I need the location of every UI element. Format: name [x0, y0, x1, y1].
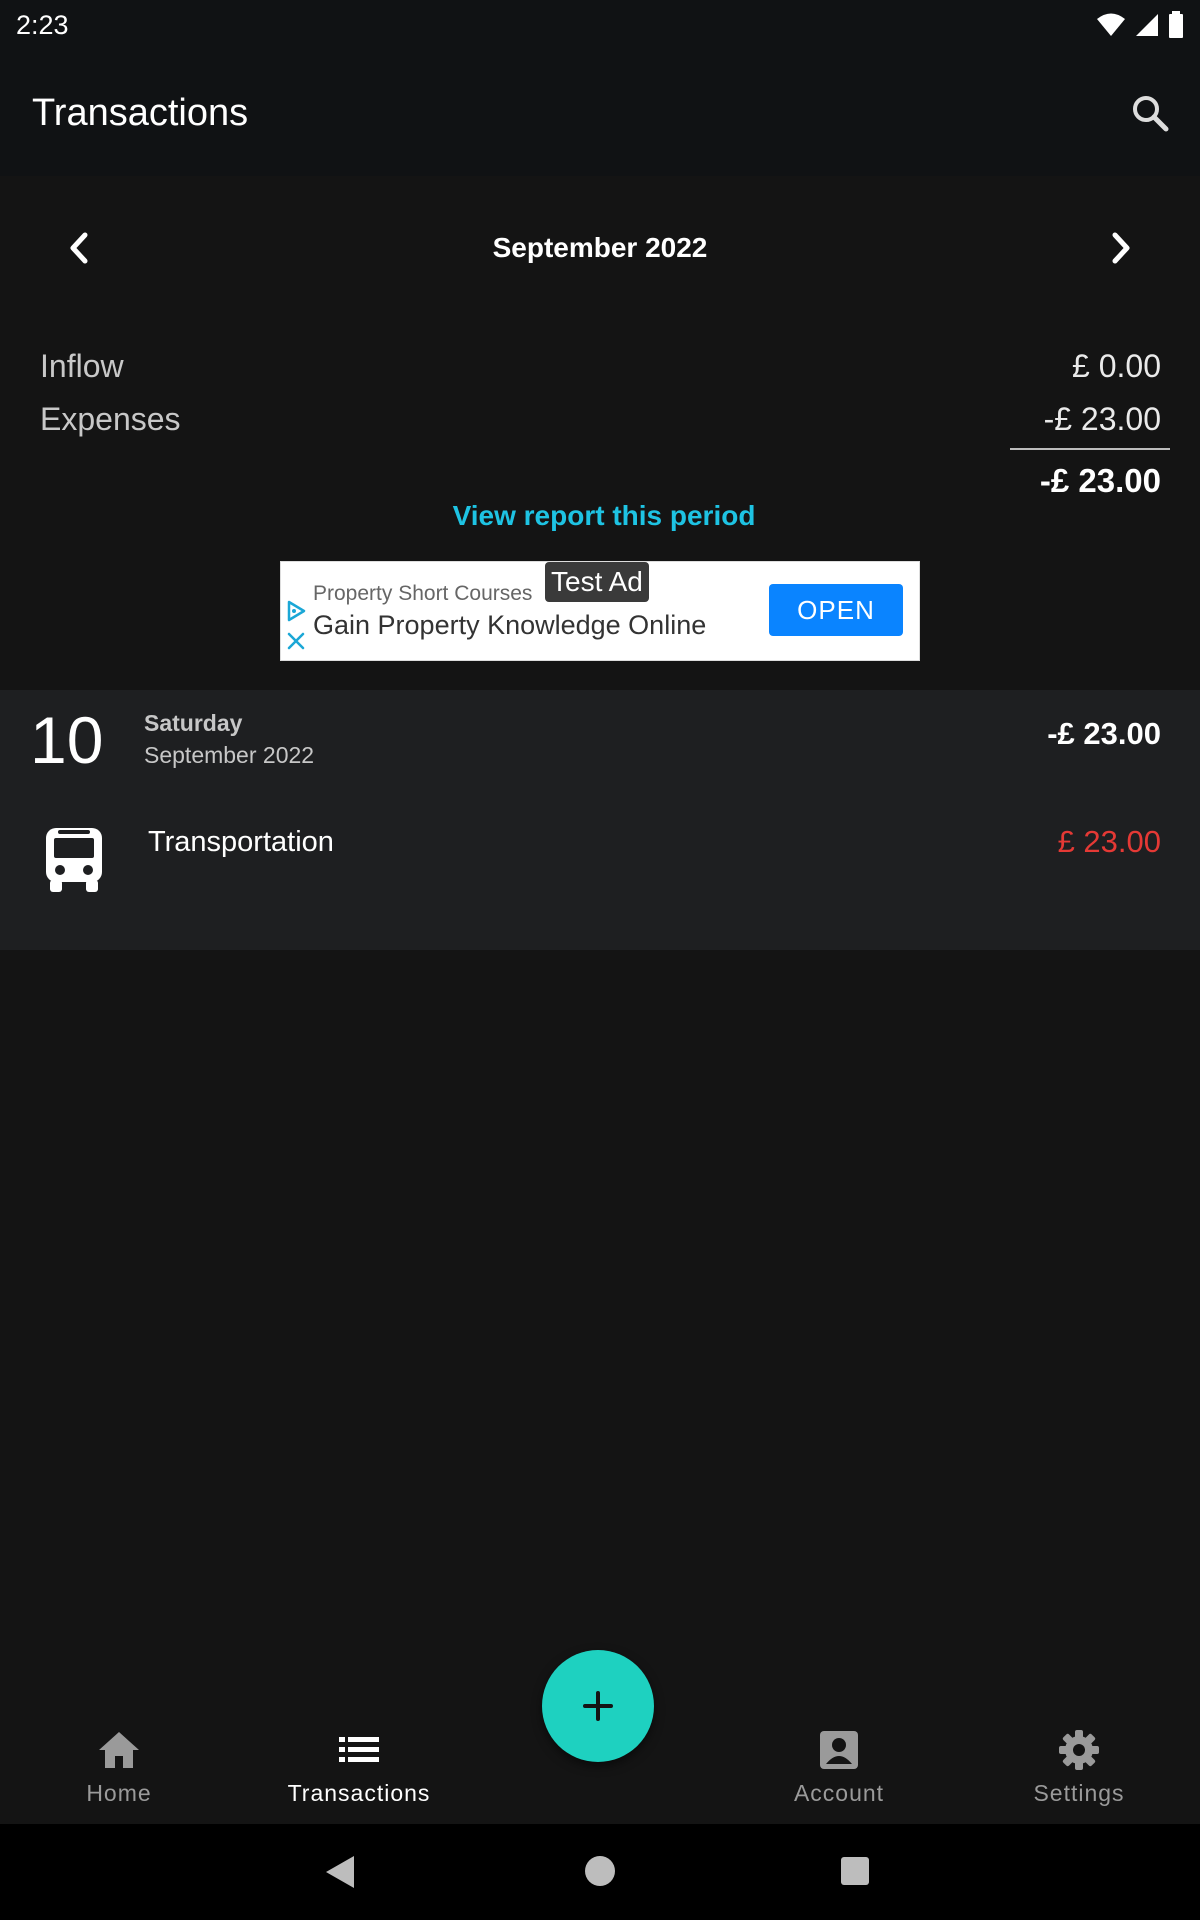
nav-label-home: Home: [86, 1780, 152, 1806]
nav-item-settings[interactable]: Settings: [979, 1710, 1179, 1824]
app-root: 2:23 Transactions September 2022 Inflow …: [0, 0, 1200, 1920]
summary-total: -£ 23.00: [1039, 462, 1161, 499]
add-transaction-button[interactable]: [542, 1650, 654, 1762]
page-title: Transactions: [32, 91, 249, 134]
account-box-icon: [820, 1731, 858, 1769]
day-number: 10: [30, 703, 104, 777]
expenses-value: -£ 23.00: [1043, 401, 1161, 437]
view-report-link[interactable]: View report this period: [0, 500, 1200, 532]
transaction-amount: £ 23.00: [1057, 824, 1161, 859]
app-bar: Transactions: [0, 50, 1200, 176]
plus-icon: [583, 1691, 613, 1721]
nav-label-account: Account: [793, 1780, 885, 1806]
nav-item-account[interactable]: Account: [739, 1710, 939, 1824]
expenses-label: Expenses: [40, 401, 181, 437]
ad-headline: Gain Property Knowledge Online: [313, 610, 707, 640]
previous-period-button[interactable]: [45, 213, 115, 283]
recents-square-icon[interactable]: [841, 1857, 869, 1885]
battery-icon: [1169, 11, 1183, 38]
status-icons: [1096, 11, 1184, 39]
transaction-row[interactable]: Transportation £ 23.00: [0, 790, 1200, 910]
period-label: September 2022: [492, 232, 708, 263]
day-weekday: Saturday: [144, 710, 243, 736]
ad-open-button[interactable]: OPEN: [769, 584, 903, 636]
day-total: -£ 23.00: [1047, 716, 1161, 751]
home-icon: [99, 1732, 139, 1768]
summary-divider: [1010, 448, 1170, 450]
ad-close-icon[interactable]: [285, 630, 307, 652]
list-icon: [339, 1737, 379, 1762]
nav-item-home[interactable]: Home: [19, 1710, 219, 1824]
test-ad-badge: Test Ad: [545, 562, 649, 602]
chevron-left-icon: [70, 232, 88, 264]
bus-icon: [46, 828, 102, 892]
adchoices-icon[interactable]: [285, 600, 307, 622]
inflow-label: Inflow: [40, 348, 124, 384]
inflow-row: Inflow £ 0.00: [0, 340, 1200, 394]
next-period-button[interactable]: [1085, 213, 1155, 283]
status-time: 2:23: [16, 9, 69, 40]
wifi-icon: [1097, 13, 1125, 36]
ad-banner[interactable]: Property Short Courses Gain Property Kno…: [280, 561, 920, 661]
nav-label-transactions: Transactions: [287, 1780, 431, 1806]
gear-icon: [1059, 1730, 1099, 1770]
back-icon[interactable]: [324, 1854, 356, 1890]
nav-label-settings: Settings: [1033, 1780, 1125, 1806]
ad-advertiser: Property Short Courses: [313, 582, 533, 605]
period-navigator: September 2022: [0, 200, 1200, 296]
inflow-value: £ 0.00: [1072, 348, 1161, 384]
search-icon: [1133, 96, 1169, 132]
home-circle-icon[interactable]: [585, 1856, 615, 1886]
search-button[interactable]: [1120, 83, 1180, 143]
expenses-row: Expenses -£ 23.00: [0, 393, 1200, 447]
chevron-right-icon: [1112, 232, 1130, 264]
transaction-category: Transportation: [148, 826, 334, 858]
status-bar: 2:23: [0, 0, 1200, 50]
day-month-year: September 2022: [144, 742, 315, 768]
signal-icon: [1136, 14, 1158, 36]
nav-item-transactions[interactable]: Transactions: [259, 1710, 459, 1824]
system-navigation-bar: [0, 1824, 1200, 1920]
day-group: 10 Saturday September 2022 -£ 23.00 Tran…: [0, 690, 1200, 950]
